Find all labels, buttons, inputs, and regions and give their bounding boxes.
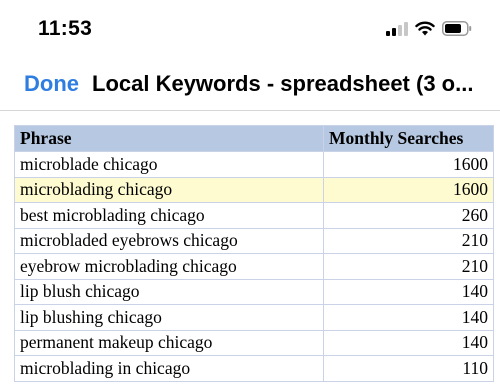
phrase-cell[interactable]: microblading chicago (14, 176, 324, 203)
spreadsheet-view[interactable]: Phrase Monthly Searches microblade chica… (0, 111, 500, 392)
column-header-phrase[interactable]: Phrase (14, 125, 324, 152)
table-row[interactable]: lip blushing chicago 140 (14, 304, 494, 331)
wifi-icon (415, 21, 435, 36)
phrase-cell[interactable]: permanent makeup chicago (14, 329, 324, 356)
monthly-searches-cell[interactable]: 140 (323, 278, 494, 305)
column-header-monthly-searches[interactable]: Monthly Searches (323, 125, 494, 152)
table-row[interactable]: best microblading chicago 260 (14, 202, 494, 229)
status-bar: 11:53 (0, 0, 500, 60)
status-time: 11:53 (38, 17, 93, 40)
done-button[interactable]: Done (24, 71, 79, 97)
cellular-signal-icon (386, 22, 408, 36)
table-row[interactable]: eyebrow microblading chicago 210 (14, 253, 494, 280)
document-title: Local Keywords - spreadsheet (3 o... (92, 71, 474, 96)
phrase-cell[interactable]: lip blushing chicago (14, 304, 324, 331)
table-row[interactable]: microblading chicago 1600 (14, 176, 494, 203)
monthly-searches-cell[interactable]: 140 (323, 329, 494, 356)
table-row[interactable]: microblading in chicago 110 (14, 355, 494, 382)
table-row[interactable]: permanent makeup chicago 140 (14, 329, 494, 356)
monthly-searches-cell[interactable]: 210 (323, 253, 494, 280)
monthly-searches-cell[interactable]: 140 (323, 304, 494, 331)
phrase-cell[interactable]: microblading in chicago (14, 355, 324, 382)
battery-icon (442, 21, 472, 36)
table-row[interactable]: microbladed eyebrows chicago 210 (14, 227, 494, 254)
keywords-table: Phrase Monthly Searches microblade chica… (14, 125, 494, 382)
table-row[interactable]: microblade chicago 1600 (14, 151, 494, 178)
phrase-cell[interactable]: lip blush chicago (14, 278, 324, 305)
monthly-searches-cell[interactable]: 110 (323, 355, 494, 382)
status-icons (386, 21, 472, 36)
table-row[interactable]: lip blush chicago 140 (14, 278, 494, 305)
phrase-cell[interactable]: eyebrow microblading chicago (14, 253, 324, 280)
monthly-searches-cell[interactable]: 260 (323, 202, 494, 229)
monthly-searches-cell[interactable]: 210 (323, 227, 494, 254)
navigation-bar: Done Local Keywords - spreadsheet (3 o..… (0, 60, 500, 111)
phrase-cell[interactable]: microbladed eyebrows chicago (14, 227, 324, 254)
header-row: Phrase Monthly Searches (14, 125, 494, 152)
monthly-searches-cell[interactable]: 1600 (323, 176, 494, 203)
phrase-cell[interactable]: best microblading chicago (14, 202, 324, 229)
phrase-cell[interactable]: microblade chicago (14, 151, 324, 178)
monthly-searches-cell[interactable]: 1600 (323, 151, 494, 178)
